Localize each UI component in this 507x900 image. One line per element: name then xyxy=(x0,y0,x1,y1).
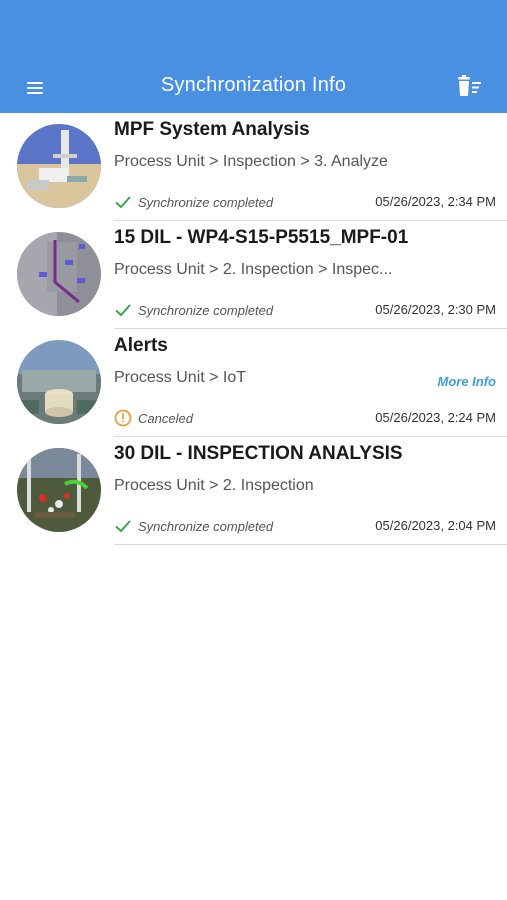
item-title: 15 DIL - WP4-S15-P5515_MPF-01 xyxy=(114,227,409,248)
list-item[interactable]: 15 DIL - WP4-S15-P5515_MPF-01 Process Un… xyxy=(0,221,507,329)
divider xyxy=(114,544,507,545)
status: Synchronize completed xyxy=(114,301,273,319)
app-header: Synchronization Info xyxy=(0,0,507,113)
list-item[interactable]: MPF System Analysis Process Unit > Inspe… xyxy=(0,113,507,221)
status-text: Canceled xyxy=(138,410,193,426)
page-title: Synchronization Info xyxy=(160,74,347,96)
thumbnail-image xyxy=(17,232,101,316)
status-text: Synchronize completed xyxy=(138,194,274,210)
status: Synchronize completed xyxy=(114,517,273,535)
item-title: MPF System Analysis xyxy=(114,119,310,140)
more-info-link[interactable]: More Info xyxy=(438,374,497,389)
trash-list-icon[interactable] xyxy=(455,74,483,98)
timestamp: 05/26/2023, 2:04 PM xyxy=(375,518,496,533)
timestamp: 05/26/2023, 2:34 PM xyxy=(375,194,496,209)
checkmark-icon xyxy=(114,301,132,319)
status: Synchronize completed xyxy=(114,193,273,211)
checkmark-icon xyxy=(114,193,132,211)
thumbnail-image xyxy=(17,124,101,208)
timestamp: 05/26/2023, 2:30 PM xyxy=(375,302,496,317)
item-path: Process Unit > 2. Inspection xyxy=(114,477,314,494)
alert-circle-icon xyxy=(114,409,132,427)
thumbnail-image xyxy=(17,340,101,424)
item-path: Process Unit > IoT xyxy=(114,369,247,386)
item-path: Process Unit > 2. Inspection > Inspec... xyxy=(114,261,393,278)
checkmark-icon xyxy=(114,517,132,535)
item-title: 30 DIL - INSPECTION ANALYSIS xyxy=(114,443,403,464)
status: Canceled xyxy=(114,409,193,427)
timestamp: 05/26/2023, 2:24 PM xyxy=(375,410,496,425)
thumbnail-image xyxy=(17,448,101,532)
sync-list: MPF System Analysis Process Unit > Inspe… xyxy=(0,113,507,545)
status-text: Synchronize completed xyxy=(138,518,274,534)
item-path: Process Unit > Inspection > 3. Analyze xyxy=(114,153,388,170)
item-title: Alerts xyxy=(114,335,168,356)
list-item[interactable]: 30 DIL - INSPECTION ANALYSIS Process Uni… xyxy=(0,437,507,545)
list-item[interactable]: Alerts Process Unit > IoT More Info Canc… xyxy=(0,329,507,437)
status-text: Synchronize completed xyxy=(138,302,274,318)
